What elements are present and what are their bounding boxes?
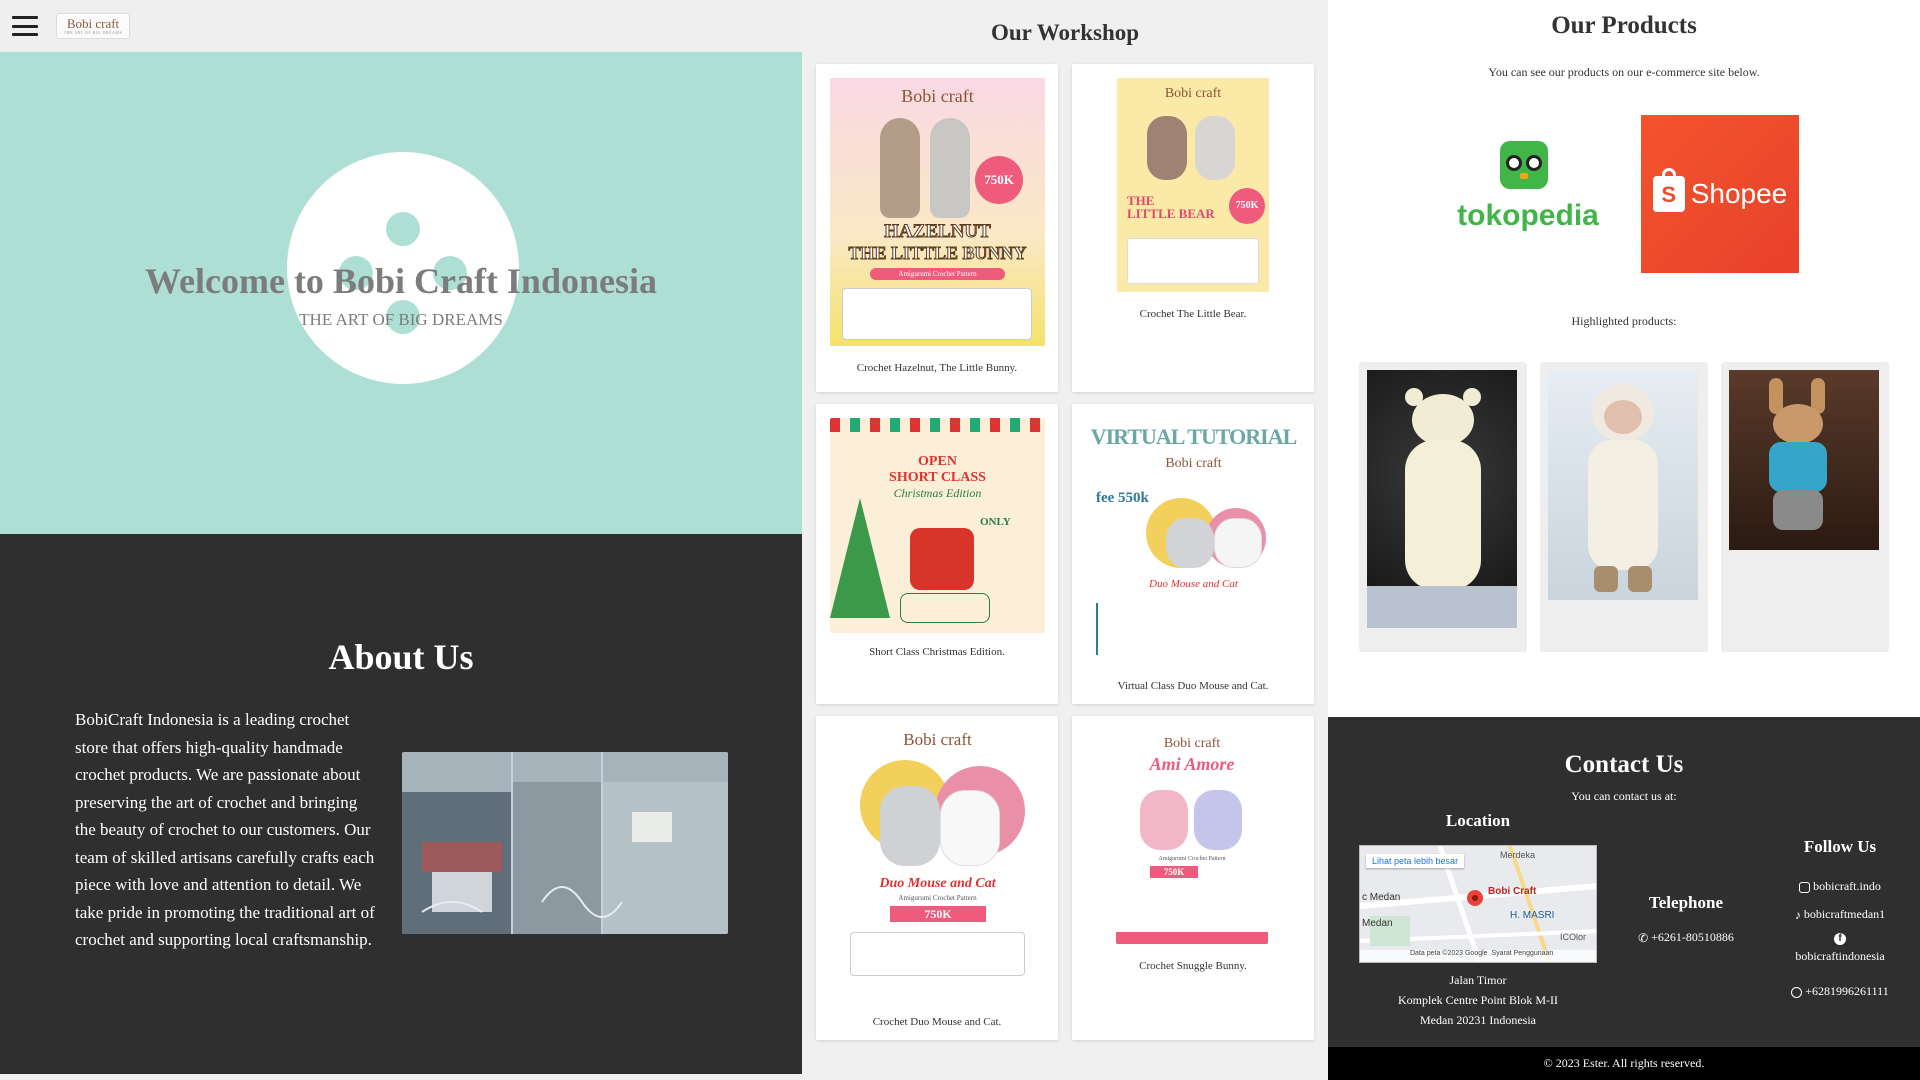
shopee-bag-icon: S xyxy=(1652,168,1685,212)
hero-title: Welcome to Bobi Craft Indonesia xyxy=(145,261,657,301)
location-map[interactable]: Lihat peta lebih besar Bobi Craft Merdek… xyxy=(1359,845,1597,963)
contact-title: Contact Us xyxy=(1564,751,1684,778)
left-column: Bobi craft THE ART OF BIG DREAMS Welcome… xyxy=(0,0,802,1080)
workshop-card[interactable]: Bobi craft Duo Mouse and Cat Amigurumi C… xyxy=(816,716,1058,1040)
facebook-link[interactable]: f bobicraftindonesia xyxy=(1768,933,1912,964)
shopee-label: Shopee xyxy=(1690,178,1788,209)
instagram-link[interactable]: bobicraft.indo xyxy=(1768,879,1912,894)
map-link[interactable]: Lihat peta lebih besar xyxy=(1366,854,1465,868)
tiktok-icon: ♪ xyxy=(1794,907,1801,922)
workshop-caption: Crochet Hazelnut, The Little Bunny. xyxy=(856,362,1018,374)
workshop-caption: Crochet Snuggle Bunny. xyxy=(1139,960,1247,972)
about-text: BobiCraft Indonesia is a leading crochet… xyxy=(75,710,375,949)
product-image-kangaroo xyxy=(1729,370,1879,550)
tokopedia-link[interactable]: tokopedia xyxy=(1448,135,1608,245)
map-place: H. MASRI xyxy=(1510,910,1555,921)
workshop-poster: Bobi craft Duo Mouse and Cat Amigurumi C… xyxy=(830,726,1045,1000)
about-title: About Us xyxy=(328,637,474,677)
workshop-card[interactable]: Bobi craft Ami Amore Amigurumi Crochet P… xyxy=(1072,716,1314,1040)
about-section: About Us BobiCraft Indonesia is a leadin… xyxy=(0,534,802,1074)
map-place: c Medan xyxy=(1362,892,1401,903)
map-place: ICOlor xyxy=(1560,932,1587,942)
tokopedia-owl-icon xyxy=(1500,141,1548,189)
products-title: Our Products xyxy=(1551,12,1697,39)
address-line: Jalan Timor xyxy=(1449,973,1507,987)
contact-subtitle: You can contact us at: xyxy=(1571,789,1677,803)
product-card[interactable] xyxy=(1540,362,1708,652)
logo-tagline: THE ART OF BIG DREAMS xyxy=(63,30,123,35)
workshop-caption: Crochet Duo Mouse and Cat. xyxy=(872,1016,1002,1028)
map-footer: Data peta ©2023 Google Syarat Penggunaan xyxy=(1360,950,1596,962)
map-place: Merdeka xyxy=(1500,850,1536,860)
logo[interactable]: Bobi craft THE ART OF BIG DREAMS xyxy=(56,13,130,39)
store-photo xyxy=(402,752,728,934)
workshop-caption: Short Class Christmas Edition. xyxy=(869,646,1005,658)
top-bar: Bobi craft THE ART OF BIG DREAMS xyxy=(0,0,802,52)
hero-subtitle: THE ART OF BIG DREAMS xyxy=(299,310,503,329)
instagram-icon xyxy=(1799,881,1811,893)
follow-label: Follow Us xyxy=(1803,837,1877,856)
tiktok-link[interactable]: ♪ bobicraftmedan1 xyxy=(1768,907,1912,923)
tokopedia-label: tokopedia xyxy=(1457,199,1599,232)
telephone-link[interactable]: ✆ +6261-80510886 xyxy=(1608,930,1764,946)
products-subtitle: You can see our products on our e-commer… xyxy=(1488,65,1760,79)
workshop-poster: VIRTUAL TUTORIAL Bobi craft fee 550k Duo… xyxy=(1086,418,1301,668)
contact-section: Contact Us You can contact us at: Locati… xyxy=(1328,717,1920,1080)
map-pin-label: Bobi Craft xyxy=(1488,886,1537,897)
workshop-card[interactable]: VIRTUAL TUTORIAL Bobi craft fee 550k Duo… xyxy=(1072,404,1314,704)
product-card[interactable] xyxy=(1359,362,1527,652)
map-terms-link[interactable]: Syarat Penggunaan xyxy=(1491,950,1553,957)
workshop-title: Our Workshop xyxy=(990,20,1140,45)
workshop-card[interactable]: OPEN SHORT CLASS Christmas Edition ONLY … xyxy=(816,404,1058,704)
whatsapp-link[interactable]: +6281996261111 xyxy=(1768,984,1912,999)
workshop-card[interactable]: Bobi craft 750K THE LITTLE BEAR Crochet … xyxy=(1072,64,1314,392)
workshop-card[interactable]: Bobi craft 750K HAZELNUT THE LITTLE BUNN… xyxy=(816,64,1058,392)
phone-icon: ✆ xyxy=(1638,930,1649,945)
workshop-poster: Bobi craft 750K HAZELNUT THE LITTLE BUNN… xyxy=(830,78,1045,346)
product-card[interactable] xyxy=(1721,362,1889,652)
highlighted-label: Highlighted products: xyxy=(1571,314,1677,328)
map-place: Medan xyxy=(1362,918,1393,929)
workshop-poster: Bobi craft Ami Amore Amigurumi Crochet P… xyxy=(1116,734,1268,944)
address-line: Medan 20231 Indonesia xyxy=(1420,1013,1536,1027)
whatsapp-icon xyxy=(1791,986,1803,998)
workshop-poster: OPEN SHORT CLASS Christmas Edition ONLY xyxy=(830,418,1045,633)
facebook-icon: f xyxy=(1834,933,1846,945)
shopee-link[interactable]: S Shopee xyxy=(1641,115,1799,273)
product-image-polar-bear xyxy=(1367,370,1517,628)
address-line: Komplek Centre Point Blok M-II xyxy=(1398,993,1558,1007)
footer: © 2023 Ester. All rights reserved. xyxy=(1328,1047,1920,1080)
workshop-caption: Virtual Class Duo Mouse and Cat. xyxy=(1117,680,1269,692)
logo-text: Bobi craft xyxy=(66,16,120,31)
workshop-column: Our Workshop Bobi craft 750K HAZELNUT TH… xyxy=(802,0,1328,1080)
workshop-poster: Bobi craft 750K THE LITTLE BEAR xyxy=(1117,78,1269,292)
telephone-label: Telephone xyxy=(1648,893,1723,912)
hamburger-icon[interactable] xyxy=(12,16,38,36)
products-column: Our Products You can see our products on… xyxy=(1328,0,1920,1080)
location-label: Location xyxy=(1445,811,1511,830)
workshop-caption: Crochet The Little Bear. xyxy=(1139,308,1247,320)
hero-section: Welcome to Bobi Craft Indonesia THE ART … xyxy=(0,52,802,534)
product-image-lamb xyxy=(1548,370,1698,600)
